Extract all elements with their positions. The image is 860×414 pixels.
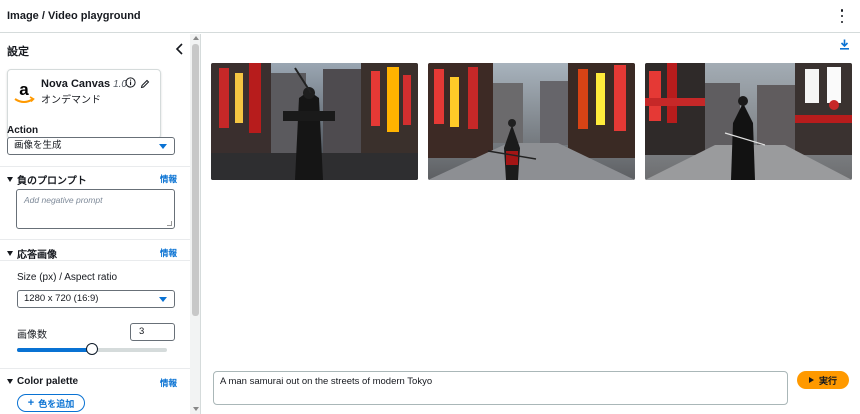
add-color-label: 色を追加: [38, 398, 75, 409]
color-palette-heading: Color palette: [17, 376, 79, 387]
resize-grip[interactable]: [167, 221, 172, 226]
chevron-left-icon[interactable]: [175, 43, 185, 55]
model-name-text: Nova Canvas: [41, 78, 111, 90]
image-count-label: 画像数: [17, 330, 47, 341]
divider: [0, 166, 190, 167]
amazon-logo-icon: a: [14, 80, 35, 103]
negative-prompt-info-link[interactable]: 情報: [160, 173, 177, 185]
generated-image-2[interactable]: [428, 63, 635, 180]
info-icon[interactable]: [125, 77, 136, 88]
svg-text:a: a: [19, 80, 29, 99]
add-color-button[interactable]: + 色を追加: [17, 394, 85, 412]
play-icon: [808, 377, 814, 383]
image-count-slider-fill: [17, 348, 92, 352]
response-image-toggle[interactable]: 応答画像: [7, 246, 57, 261]
run-button-label: 実行: [818, 375, 837, 386]
triangle-expanded-icon: [7, 177, 13, 182]
image-count-input[interactable]: 3: [130, 323, 175, 341]
response-image-heading: 応答画像: [17, 250, 57, 261]
top-bar: Image / Video playground: [0, 0, 860, 33]
negative-prompt-heading: 負のプロンプト: [17, 176, 87, 187]
model-name: Nova Canvas 1.0: [41, 78, 127, 90]
samurai-image-3: [645, 63, 852, 180]
run-button[interactable]: 実行: [797, 371, 849, 389]
scroll-down-icon[interactable]: [193, 407, 199, 411]
samurai-image-1: [211, 63, 418, 180]
size-label: Size (px) / Aspect ratio: [17, 272, 118, 283]
action-label: Action: [7, 125, 39, 136]
size-select-value: 1280 x 720 (16:9): [24, 293, 99, 304]
negative-prompt-toggle[interactable]: 負のプロンプト: [7, 172, 87, 187]
divider: [0, 239, 190, 240]
triangle-expanded-icon: [7, 379, 13, 384]
negative-prompt-input[interactable]: Add negative prompt: [16, 189, 175, 229]
download-icon[interactable]: [839, 39, 850, 50]
caret-down-icon: [159, 144, 167, 149]
size-select[interactable]: 1280 x 720 (16:9): [17, 290, 175, 308]
settings-panel-content: 設定 a Nova Canvas 1.0 オンデマンド Action 画像を生成…: [0, 34, 190, 414]
color-palette-toggle[interactable]: Color palette: [7, 376, 78, 387]
image-count-slider-handle[interactable]: [86, 343, 98, 355]
page-title: Image / Video playground: [7, 10, 141, 22]
scroll-up-icon[interactable]: [193, 36, 199, 40]
prompt-input[interactable]: A man samurai out on the streets of mode…: [213, 371, 788, 405]
divider: [0, 368, 190, 369]
plus-icon: +: [27, 397, 35, 409]
divider: [0, 260, 190, 261]
caret-down-icon: [159, 297, 167, 302]
model-mode: オンデマンド: [41, 95, 101, 106]
response-image-info-link[interactable]: 情報: [160, 247, 177, 259]
color-palette-info-link[interactable]: 情報: [160, 377, 177, 389]
action-select[interactable]: 画像を生成: [7, 137, 175, 155]
action-select-value: 画像を生成: [14, 140, 62, 151]
edit-icon[interactable]: [140, 79, 150, 89]
settings-panel: 設定 a Nova Canvas 1.0 オンデマンド Action 画像を生成…: [0, 34, 201, 414]
triangle-expanded-icon: [7, 251, 13, 256]
kebab-menu-icon[interactable]: [838, 9, 846, 23]
settings-title: 設定: [7, 46, 29, 58]
settings-scrollbar[interactable]: [190, 34, 200, 414]
generated-image-1[interactable]: [211, 63, 418, 180]
scrollbar-thumb[interactable]: [192, 44, 199, 316]
samurai-image-2: [428, 63, 635, 180]
negative-prompt-placeholder: Add negative prompt: [24, 195, 103, 205]
generated-image-3[interactable]: [645, 63, 852, 180]
